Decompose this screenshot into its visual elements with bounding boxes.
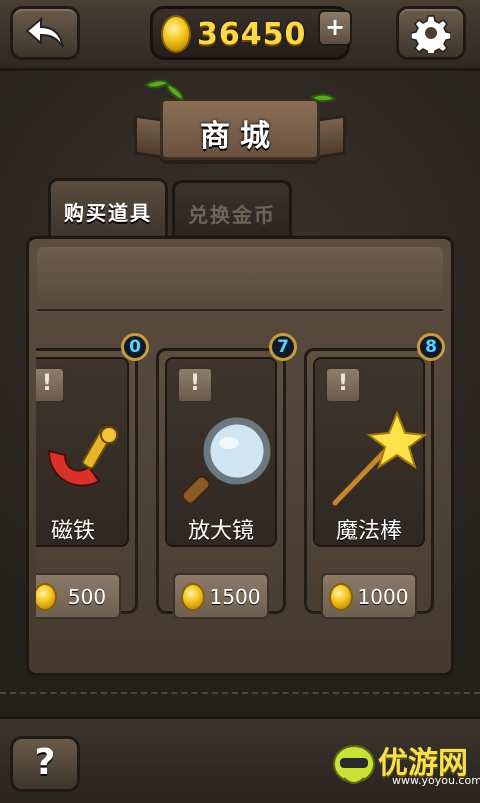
magnet-icon — [47, 426, 118, 487]
add-coins-button[interactable]: + — [318, 10, 352, 46]
price-label: 500 — [67, 585, 107, 609]
item-card-magnifier[interactable]: ! 放大镜 7 1500 — [156, 333, 297, 619]
coin-icon — [181, 583, 205, 611]
price-label: 1500 — [209, 585, 261, 609]
buy-button[interactable]: 1500 — [173, 573, 269, 619]
gear-icon — [411, 15, 451, 53]
coin-icon — [36, 583, 57, 611]
help-button[interactable]: ? — [10, 736, 80, 792]
tab-exchange-coins[interactable]: 兑换金币 — [172, 180, 292, 240]
items-scroll-area[interactable]: ! 磁铁 0 500 ! 放大镜 7 1500 ! 魔法棒 8 1000 — [36, 320, 446, 630]
item-name: 魔法棒 — [335, 519, 402, 544]
item-card-magic-wand[interactable]: ! 魔法棒 8 1000 — [304, 333, 445, 619]
item-name: 磁铁 — [50, 519, 95, 544]
coin-icon — [161, 15, 191, 53]
divider — [0, 692, 480, 694]
shop-title-banner: 商城 — [160, 98, 320, 160]
item-card-magnet[interactable]: ! 磁铁 0 500 — [36, 333, 149, 619]
mascot-icon — [333, 745, 375, 784]
item-preview: ! 放大镜 — [165, 357, 277, 547]
tab-label: 兑换金币 — [188, 203, 276, 227]
coin-count: 36450 — [197, 17, 307, 52]
magic-wand-icon — [332, 410, 427, 506]
top-bar: 36450 + — [0, 0, 480, 71]
coin-icon — [329, 583, 353, 611]
buy-button[interactable]: 500 — [36, 573, 121, 619]
item-count-badge: 8 — [417, 333, 445, 361]
item-count-badge: 0 — [121, 333, 149, 361]
settings-button[interactable] — [396, 6, 466, 60]
tab-buy-items[interactable]: 购买道具 — [48, 178, 168, 238]
watermark-url: www.yoyou.com — [392, 774, 480, 787]
panel-divider — [37, 309, 443, 311]
price-label: 1000 — [357, 585, 409, 609]
item-preview: ! 魔法棒 — [313, 357, 427, 547]
page-title: 商城 — [200, 119, 280, 154]
panel-header — [37, 247, 443, 307]
tab-label: 购买道具 — [64, 201, 152, 225]
back-arrow-icon — [25, 16, 64, 48]
info-button[interactable]: ! — [177, 367, 213, 403]
item-name: 放大镜 — [187, 519, 254, 544]
item-count-badge: 7 — [269, 333, 297, 361]
magnifier-icon — [181, 417, 271, 505]
watermark-logo: 优游网 www.yoyou.com — [330, 732, 480, 794]
buy-button[interactable]: 1000 — [321, 573, 417, 619]
info-button[interactable]: ! — [325, 367, 361, 403]
back-button[interactable] — [10, 6, 80, 60]
info-button[interactable]: ! — [36, 367, 65, 403]
item-preview: ! 磁铁 — [36, 357, 129, 547]
